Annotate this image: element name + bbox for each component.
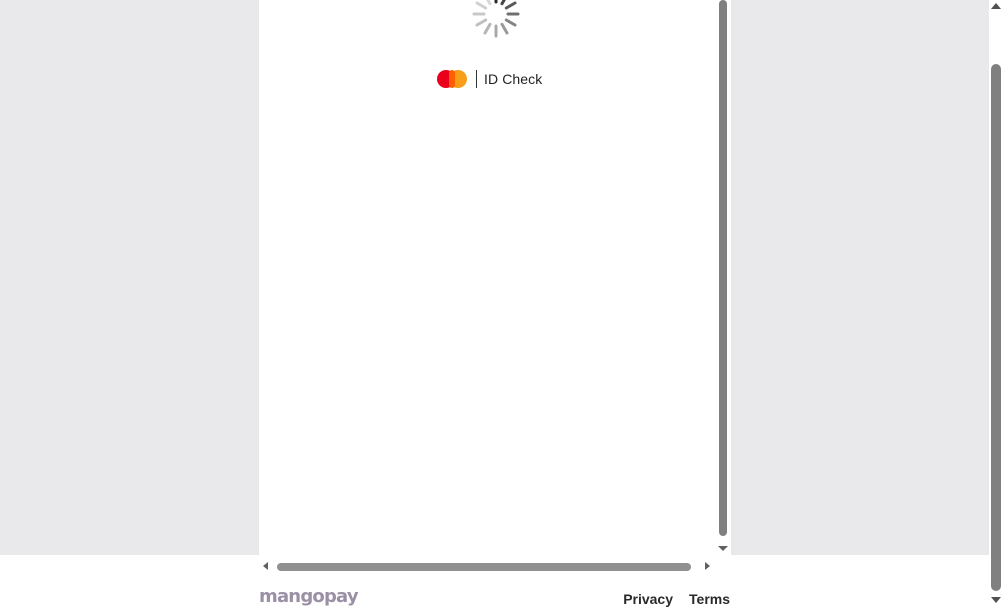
brand-divider	[476, 70, 477, 88]
privacy-link[interactable]: Privacy	[623, 591, 673, 607]
frame-vertical-scroll-thumb[interactable]	[719, 0, 727, 536]
page-vertical-scroll-thumb[interactable]	[991, 64, 1001, 591]
mastercard-overlap	[449, 70, 455, 88]
footer-links: Privacy Terms	[623, 591, 730, 607]
frame-scroll-down-arrow[interactable]	[718, 546, 728, 551]
terms-link[interactable]: Terms	[689, 591, 730, 607]
id-check-brand: ID Check	[437, 68, 542, 90]
frame-scroll-left-arrow[interactable]	[263, 562, 268, 570]
id-check-label: ID Check	[484, 71, 543, 87]
frame-scroll-right-arrow[interactable]	[705, 562, 710, 570]
mastercard-logo	[437, 69, 468, 89]
page-scroll-down-arrow[interactable]	[991, 597, 1001, 603]
mangopay-logo: mangopay	[259, 586, 359, 607]
page-scroll-up-arrow[interactable]	[991, 3, 1001, 9]
spinner-icon	[472, 0, 520, 38]
frame-horizontal-scroll-thumb[interactable]	[277, 563, 691, 571]
